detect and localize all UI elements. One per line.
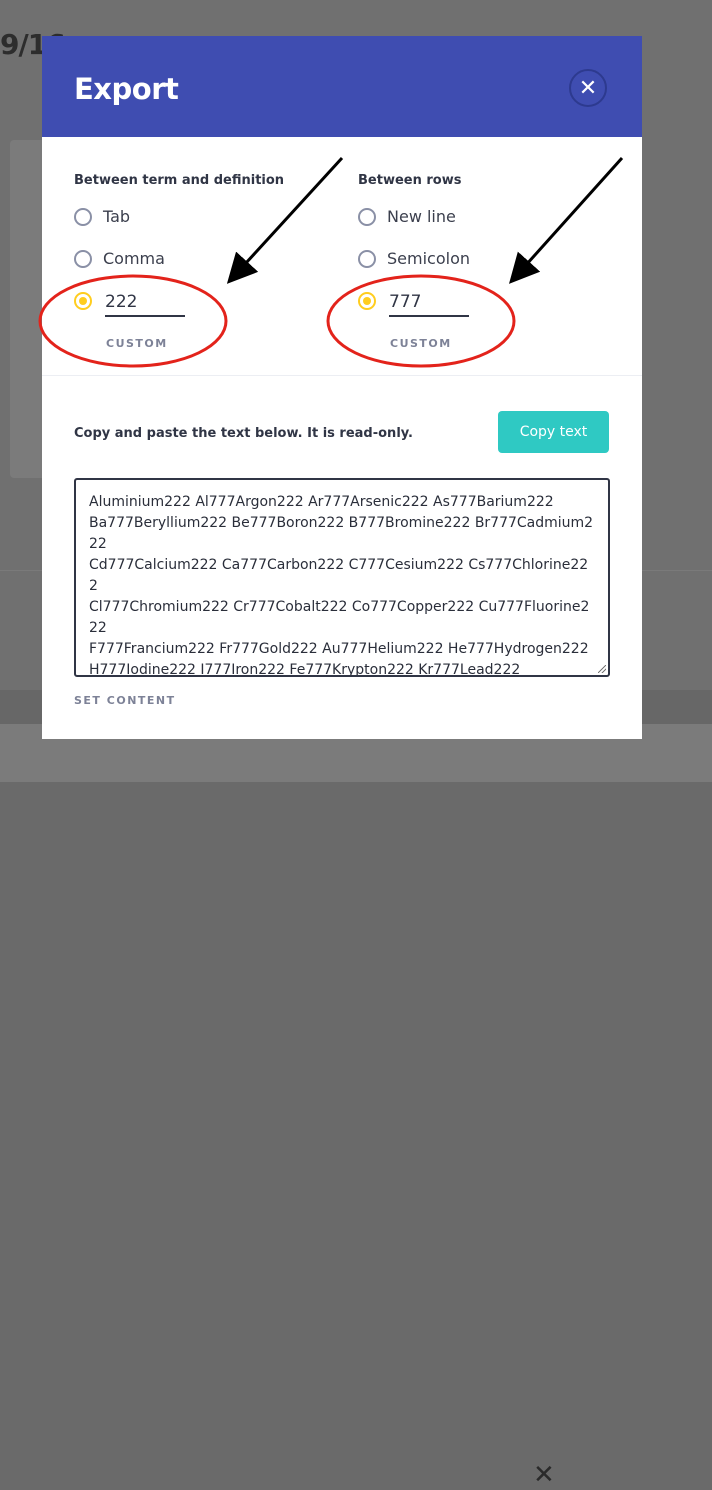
term-option-tab[interactable]: Tab <box>74 207 130 226</box>
radio-label: Semicolon <box>387 249 470 268</box>
radio-label: Tab <box>103 207 131 226</box>
export-modal: Export ✕ Between term and definition Tab… <box>42 36 642 739</box>
close-button[interactable]: ✕ <box>569 69 607 107</box>
close-icon: ✕ <box>578 75 598 101</box>
modal-title: Export <box>74 72 179 106</box>
radio-button-selected[interactable] <box>74 292 92 310</box>
export-text-line: Ba777Beryllium222 Be777Boron222 B777Brom… <box>89 515 594 552</box>
term-option-comma[interactable]: Comma <box>74 249 165 268</box>
export-text-line: H777Iodine222 I777Iron222 Fe777Krypton22… <box>89 662 521 677</box>
modal-header: Export ✕ <box>42 36 642 137</box>
term-option-custom[interactable] <box>74 292 103 310</box>
row-option-new-line[interactable]: New line <box>358 207 456 226</box>
radio-label: Comma <box>103 249 165 268</box>
radio-button[interactable] <box>74 207 92 226</box>
radio-button[interactable] <box>74 249 92 268</box>
export-text-line: Cd777Calcium222 Ca777Carbon222 C777Cesiu… <box>89 557 589 594</box>
resize-handle-icon[interactable] <box>598 665 606 673</box>
radio-label: New line <box>387 207 456 226</box>
copy-instruction: Copy and paste the text below. It is rea… <box>74 426 413 441</box>
radio-button[interactable] <box>358 249 376 268</box>
term-separator-heading: Between term and definition <box>74 173 285 188</box>
term-custom-caption: CUSTOM <box>106 337 168 350</box>
radio-button[interactable] <box>358 207 376 226</box>
copy-text-button[interactable]: Copy text <box>498 411 609 453</box>
row-option-semicolon[interactable]: Semicolon <box>358 249 470 268</box>
export-text-line: Aluminium222 Al777Argon222 Ar777Arsenic2… <box>89 494 554 510</box>
section-divider <box>42 375 642 376</box>
export-text-line: Cl777Chromium222 Cr777Cobalt222 Co777Cop… <box>89 599 590 636</box>
export-text-line: F777Francium222 Fr777Gold222 Au777Helium… <box>89 641 589 657</box>
radio-button-selected[interactable] <box>358 292 376 310</box>
row-separator-heading: Between rows <box>358 173 462 188</box>
background-close-icon[interactable]: ✕ <box>533 1462 555 1488</box>
separator-options: Between term and definition Tab Comma CU… <box>42 137 642 375</box>
set-content-label: SET CONTENT <box>74 694 176 707</box>
export-text-content: Aluminium222 Al777Argon222 Ar777Arsenic2… <box>89 492 594 677</box>
export-textarea[interactable]: Aluminium222 Al777Argon222 Ar777Arsenic2… <box>74 478 610 677</box>
row-option-custom[interactable] <box>358 292 387 310</box>
term-custom-input[interactable] <box>105 289 185 317</box>
row-custom-input[interactable] <box>389 289 469 317</box>
row-custom-caption: CUSTOM <box>390 337 452 350</box>
